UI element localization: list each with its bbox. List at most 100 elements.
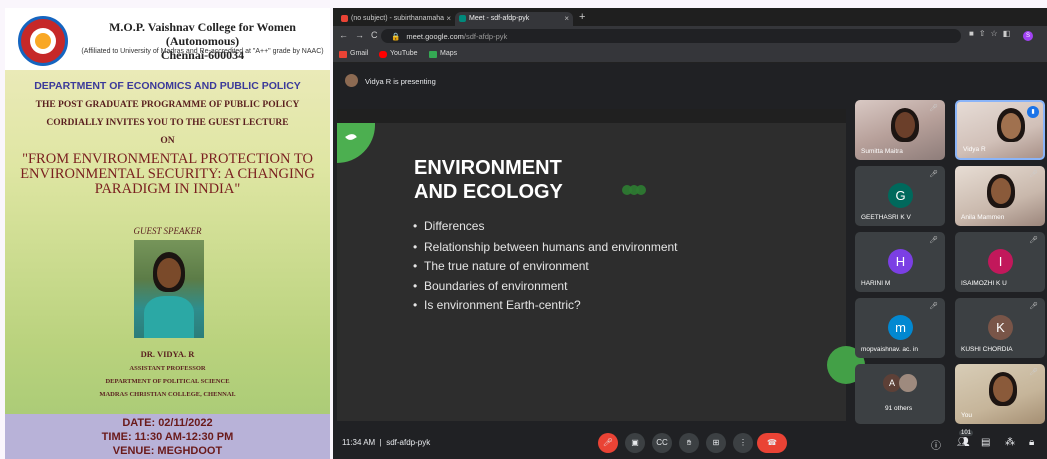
bookmark-youtube[interactable]: YouTube xyxy=(379,50,418,58)
slide-top-band xyxy=(337,109,846,123)
url-field[interactable]: 🔒 meet.google.com/sdf-afdp-pyk xyxy=(381,29,961,43)
clock: 11:34 AM xyxy=(342,438,376,447)
mic-off-icon: 🎤︎ xyxy=(1029,303,1038,310)
meet-control-bar: 11:34 AM | sdf-afdp-pyk 🎤︎ ▣ CC ✋︎ ⊞ ⋮ ☎… xyxy=(333,426,1047,459)
participant-tile[interactable]: H 🎤︎ HARINI M xyxy=(855,232,945,292)
presenting-text: Vidya R is presenting xyxy=(365,77,436,86)
others-tile[interactable]: A 91 others xyxy=(855,364,945,424)
participant-name: ISAIMOZHI K U xyxy=(961,280,1007,287)
others-count: 91 others xyxy=(885,405,913,412)
mic-off-icon: 🎤︎ xyxy=(929,105,938,112)
participant-name: mopvaishnav. ac. in xyxy=(861,346,918,353)
activities-icon[interactable]: ⁂ xyxy=(1005,437,1015,448)
college-affiliation: (Affiliated to University of Madras and … xyxy=(81,48,324,55)
tab-meet[interactable]: Meet - sdf-afdp-pyk × xyxy=(455,12,573,26)
people-icon[interactable]: 👥︎ xyxy=(957,437,970,448)
event-poster: M.O.P. Vaishnav College for Women (Auton… xyxy=(5,8,330,459)
mic-off-icon: 🎤︎ xyxy=(929,237,938,244)
address-bar: ←→C 🔒 meet.google.com/sdf-afdp-pyk ■⇧☆◧ S xyxy=(333,26,1047,46)
lock-icon[interactable]: 🔒 xyxy=(391,32,400,41)
new-tab-button[interactable]: + xyxy=(579,11,585,23)
bookmark-gmail[interactable]: Gmail xyxy=(339,50,369,58)
camera-toggle-button[interactable]: ▣ xyxy=(625,433,645,453)
star-icon[interactable]: ☆ xyxy=(991,29,1003,38)
college-name: M.O.P. Vaishnav College for Women (Auton… xyxy=(109,20,296,62)
present-button[interactable]: ⊞ xyxy=(706,433,726,453)
speaker-department: DEPARTMENT OF POLITICAL SCIENCE xyxy=(105,378,230,385)
forward-icon[interactable]: → xyxy=(355,30,371,40)
college-logo xyxy=(18,16,68,66)
browser-window: (no subject) - subirthanamaha × Meet - s… xyxy=(333,8,1047,459)
gmail-icon xyxy=(341,15,348,22)
maps-icon xyxy=(429,51,437,58)
youtube-icon xyxy=(379,51,387,58)
invite-line-2: CORDIALLY INVITES YOU TO THE GUEST LECTU… xyxy=(46,118,289,128)
more-options-button[interactable]: ⋮ xyxy=(733,433,753,453)
url-path: /sdf-afdp-pyk xyxy=(463,32,508,41)
event-details: DATE: 02/11/2022 TIME: 11:30 AM-12:30 PM… xyxy=(5,414,330,459)
participant-name: Vidya R xyxy=(963,146,986,153)
captions-button[interactable]: CC xyxy=(652,433,672,453)
presenter-avatar xyxy=(345,74,358,87)
guest-speaker-heading: GUEST SPEAKER xyxy=(133,226,202,236)
slide-bullet: The true nature of environment xyxy=(413,259,824,273)
meet-icon xyxy=(459,15,466,22)
slide-bullet: Differences xyxy=(413,219,824,233)
participant-tile[interactable]: G 🎤︎ GEETHASRI K V xyxy=(855,166,945,226)
close-icon[interactable]: × xyxy=(564,14,569,23)
mic-off-icon: 🎤︎ xyxy=(1029,171,1038,178)
participant-name: You xyxy=(961,412,972,419)
bookmark-label: Gmail xyxy=(350,50,369,57)
info-icon[interactable]: ⓘ xyxy=(931,437,941,452)
mic-toggle-button[interactable]: 🎤︎ xyxy=(598,433,618,453)
speaker-name: DR. VIDYA. R xyxy=(140,349,195,359)
leave-call-button[interactable]: ☎︎ xyxy=(757,433,787,453)
meeting-info: 11:34 AM | sdf-afdp-pyk xyxy=(342,438,431,447)
shared-slide: ENVIRONMENTAND ECOLOGY Differences Relat… xyxy=(337,109,865,421)
tab-label: (no subject) - subirthanamaha xyxy=(351,15,444,22)
slide-title: ENVIRONMENT AND ECOLOGY xyxy=(414,157,563,203)
slide-bullet: Is environment Earth-centric? xyxy=(413,298,824,312)
leaf-icon xyxy=(337,123,375,163)
bookmark-label: Maps xyxy=(440,50,458,57)
browser-actions: ■⇧☆◧ xyxy=(969,29,1015,38)
screen: M.O.P. Vaishnav College for Women (Auton… xyxy=(0,0,1047,459)
chat-icon[interactable]: ▤ xyxy=(981,437,990,448)
speaker-college: MADRAS CHRISTIAN COLLEGE, CHENNAI. xyxy=(99,391,236,398)
mic-off-icon: 🎤︎ xyxy=(929,171,938,178)
participant-name: HARINI M xyxy=(861,280,891,287)
participant-tile[interactable]: I 🎤︎ ISAIMOZHI K U xyxy=(955,232,1045,292)
back-icon[interactable]: ← xyxy=(339,30,355,40)
bookmark-maps[interactable]: Maps xyxy=(429,50,458,58)
participant-name: KUSHI CHORDIA xyxy=(961,346,1013,353)
participant-initial: H xyxy=(888,249,913,274)
participant-name: GEETHASRI K V xyxy=(861,214,911,221)
speaker-role: ASSISTANT PROFESSOR xyxy=(129,365,206,372)
participant-tile[interactable]: 🎤︎ Sumitta Maitra xyxy=(855,100,945,160)
participant-tile[interactable]: m 🎤︎ mopvaishnav. ac. in xyxy=(855,298,945,358)
event-date: DATE: 02/11/2022 xyxy=(122,417,213,429)
participant-initial: m xyxy=(888,315,913,340)
camera-icon[interactable]: ■ xyxy=(969,29,979,38)
close-icon[interactable]: × xyxy=(446,14,451,23)
dots-decoration xyxy=(622,182,646,200)
event-time: TIME: 11:30 AM-12:30 PM xyxy=(101,431,234,443)
participant-tile[interactable]: 🎤︎ Anila Mammen xyxy=(955,166,1045,226)
participant-initial: G xyxy=(888,183,913,208)
participant-tile[interactable]: K 🎤︎ KUSHI CHORDIA xyxy=(955,298,1045,358)
self-tile[interactable]: 🎤︎ You xyxy=(955,364,1045,424)
participant-tile-speaking[interactable]: ▮ Vidya R xyxy=(955,100,1045,160)
profile-avatar[interactable]: S xyxy=(1023,31,1033,41)
tab-gmail[interactable]: (no subject) - subirthanamaha × xyxy=(337,12,455,26)
invite-line-3: ON xyxy=(160,136,175,146)
sidebar-icon[interactable]: ◧ xyxy=(1003,29,1016,38)
meeting-code: sdf-afdp-pyk xyxy=(386,438,431,447)
host-controls-icon[interactable]: 🔒︎ xyxy=(1029,437,1034,448)
bookmark-label: YouTube xyxy=(390,50,418,57)
bookmarks-bar: Gmail YouTube Maps xyxy=(333,46,1047,63)
raise-hand-button[interactable]: ✋︎ xyxy=(679,433,699,453)
share-icon[interactable]: ⇧ xyxy=(979,29,991,38)
poster-header: M.O.P. Vaishnav College for Women (Auton… xyxy=(5,8,330,70)
event-venue: VENUE: MEGHDOOT xyxy=(112,445,223,457)
participant-name: Sumitta Maitra xyxy=(861,148,903,155)
